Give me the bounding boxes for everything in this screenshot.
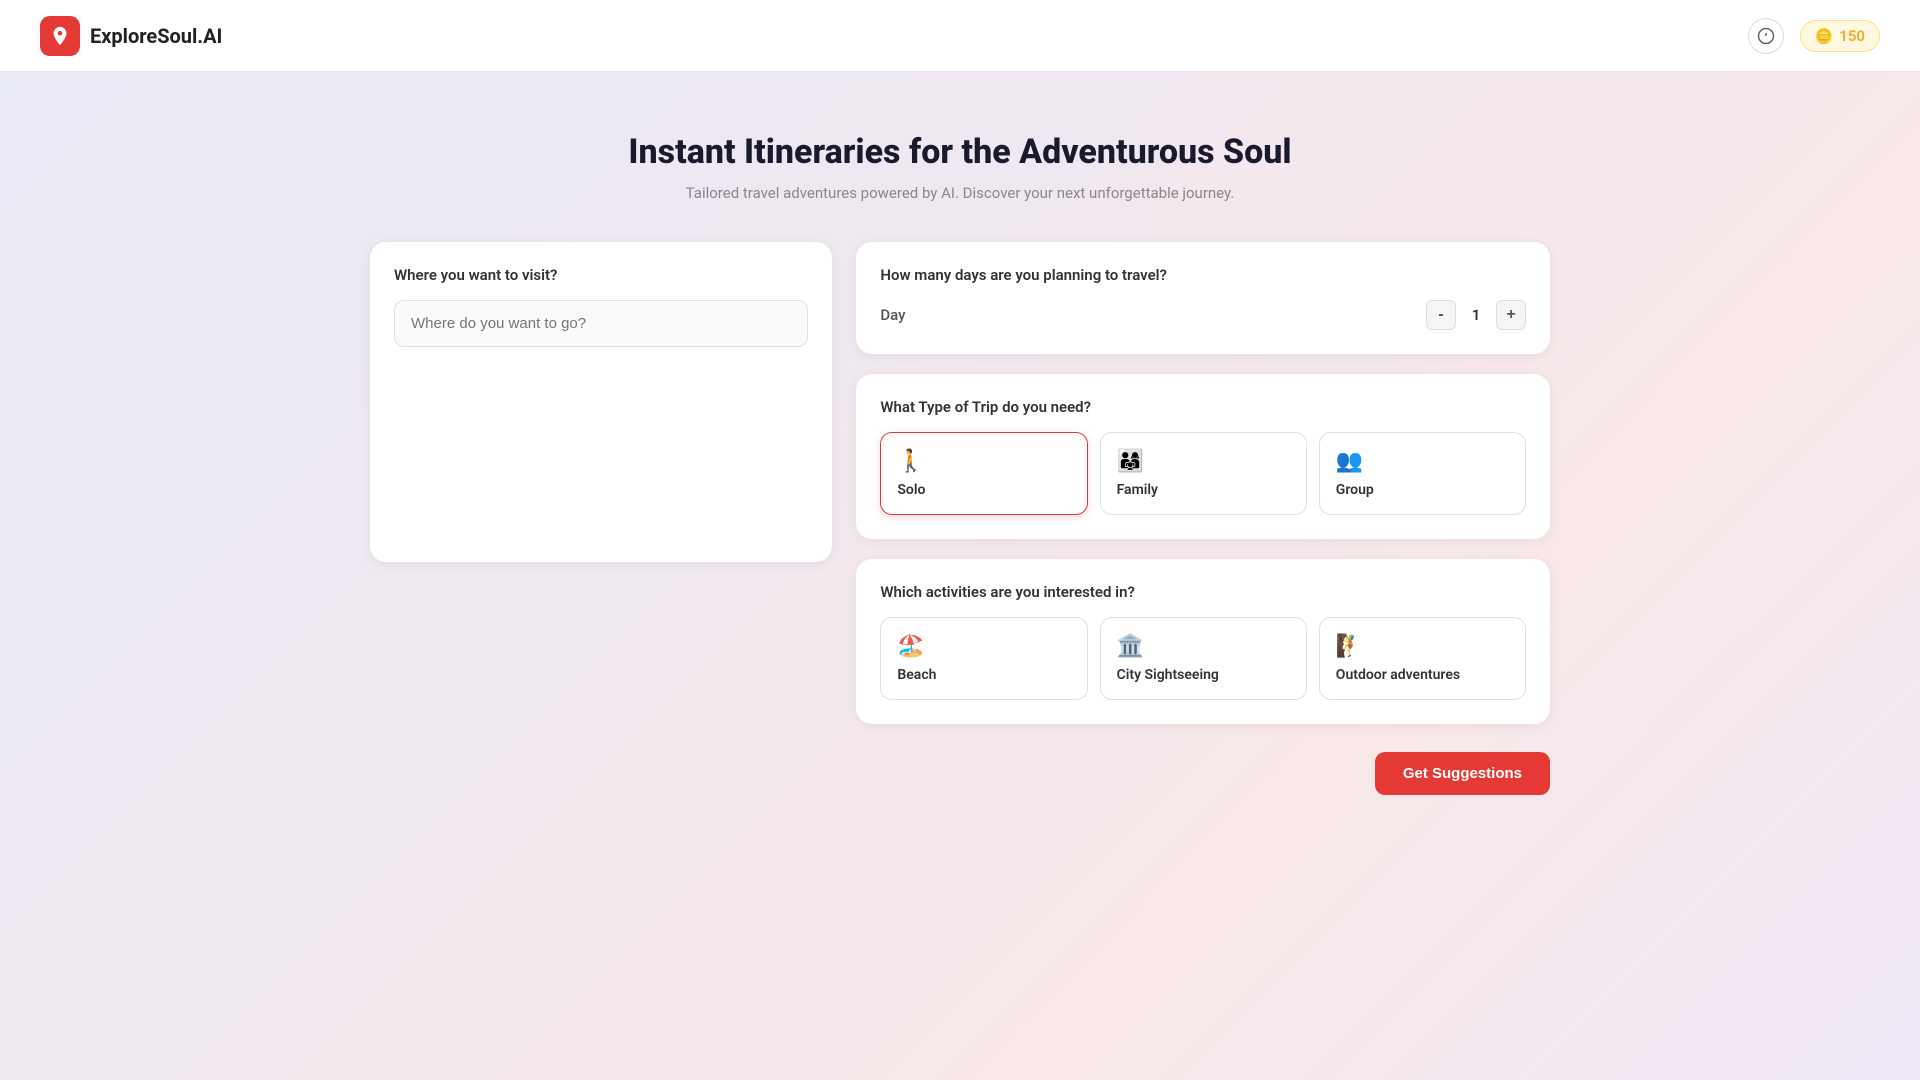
main-content: Instant Itineraries for the Adventurous …	[350, 72, 1570, 835]
days-card: How many days are you planning to travel…	[856, 242, 1550, 354]
activity-option-beach[interactable]: 🏖️ Beach	[880, 617, 1087, 700]
get-suggestions-button[interactable]: Get Suggestions	[1375, 752, 1550, 795]
family-icon: 👨‍👩‍👧	[1117, 449, 1290, 474]
trip-type-card: What Type of Trip do you need? 🚶 Solo 👨‍…	[856, 374, 1550, 539]
activities-grid: 🏖️ Beach 🏛️ City Sightseeing 🧗 Outdoor a…	[880, 617, 1526, 700]
trip-option-group[interactable]: 👥 Group	[1319, 432, 1526, 515]
logo-area: ExploreSoul.AI	[40, 16, 222, 56]
days-plus-button[interactable]: +	[1496, 300, 1526, 330]
trip-type-label: What Type of Trip do you need?	[880, 398, 1526, 416]
solo-label: Solo	[897, 482, 1070, 498]
family-label: Family	[1117, 482, 1290, 498]
trip-option-solo[interactable]: 🚶 Solo	[880, 432, 1087, 515]
destination-label: Where you want to visit?	[394, 266, 808, 284]
app-name: ExploreSoul.AI	[90, 24, 222, 48]
days-row: Day - 1 +	[880, 300, 1526, 330]
app-header: ExploreSoul.AI 🪙 150	[0, 0, 1920, 72]
solo-icon: 🚶	[897, 449, 1070, 474]
activity-option-outdoor-adventures[interactable]: 🧗 Outdoor adventures	[1319, 617, 1526, 700]
logo-icon	[40, 16, 80, 56]
counter-controls: - 1 +	[1426, 300, 1526, 330]
outdoor-adventures-label: Outdoor adventures	[1336, 667, 1509, 683]
activity-option-city-sightseeing[interactable]: 🏛️ City Sightseeing	[1100, 617, 1307, 700]
outdoor-adventures-icon: 🧗	[1336, 634, 1509, 659]
days-display: Day	[880, 306, 905, 324]
beach-label: Beach	[897, 667, 1070, 683]
coins-badge[interactable]: 🪙 150	[1800, 20, 1880, 52]
activities-card: Which activities are you interested in? …	[856, 559, 1550, 724]
coins-icon: 🪙	[1815, 27, 1834, 45]
hero-subtitle: Tailored travel adventures powered by AI…	[370, 184, 1550, 202]
days-label: How many days are you planning to travel…	[880, 266, 1526, 284]
days-value: 1	[1466, 306, 1486, 324]
days-minus-button[interactable]: -	[1426, 300, 1456, 330]
hero-title: Instant Itineraries for the Adventurous …	[370, 132, 1550, 172]
submit-row: Get Suggestions	[856, 752, 1550, 795]
trip-type-grid: 🚶 Solo 👨‍👩‍👧 Family 👥 Group	[880, 432, 1526, 515]
right-column: How many days are you planning to travel…	[856, 242, 1550, 795]
notifications-button[interactable]	[1748, 18, 1784, 54]
city-sightseeing-label: City Sightseeing	[1117, 667, 1290, 683]
destination-card: Where you want to visit?	[370, 242, 832, 562]
header-right: 🪙 150	[1748, 18, 1880, 54]
destination-input[interactable]	[394, 300, 808, 347]
beach-icon: 🏖️	[897, 634, 1070, 659]
trip-option-family[interactable]: 👨‍👩‍👧 Family	[1100, 432, 1307, 515]
city-sightseeing-icon: 🏛️	[1117, 634, 1290, 659]
form-grid: Where you want to visit? How many days a…	[370, 242, 1550, 795]
activities-label: Which activities are you interested in?	[880, 583, 1526, 601]
group-label: Group	[1336, 482, 1509, 498]
group-icon: 👥	[1336, 449, 1509, 474]
coins-value: 150	[1839, 27, 1865, 45]
left-column: Where you want to visit?	[370, 242, 832, 562]
